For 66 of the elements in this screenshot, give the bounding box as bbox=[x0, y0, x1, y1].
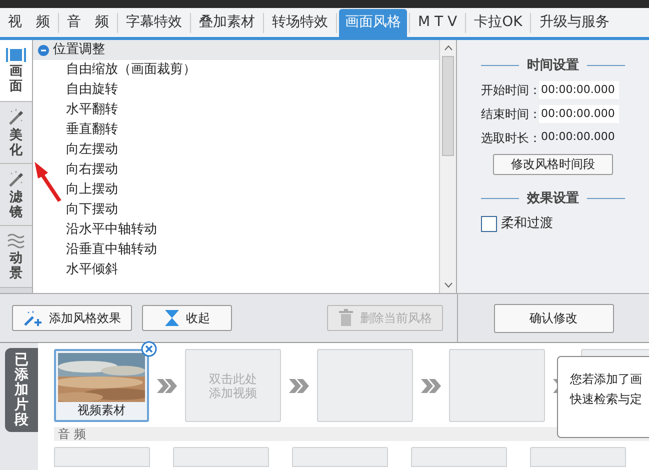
effect-item[interactable]: 向右摆动 bbox=[66, 160, 118, 180]
chevron-right-icon bbox=[420, 378, 442, 394]
top-tab[interactable]: M T V bbox=[412, 8, 464, 36]
top-tab[interactable]: 视 频 bbox=[2, 8, 56, 36]
top-tab[interactable]: 叠加素材 bbox=[193, 8, 261, 36]
effect-item[interactable]: 沿垂直中轴转动 bbox=[66, 240, 157, 260]
confirm-button[interactable]: 确认修改 bbox=[494, 304, 614, 332]
top-tab[interactable]: 音 频 bbox=[61, 8, 115, 36]
audio-slot[interactable] bbox=[292, 447, 388, 467]
hourglass-icon bbox=[164, 309, 180, 327]
top-tab[interactable]: 转场特效 bbox=[266, 8, 334, 36]
group-header[interactable]: 位置调整 bbox=[33, 40, 439, 60]
time-field[interactable]: 00:00:00.000 bbox=[539, 80, 619, 98]
clips-label: 已添加片段 bbox=[5, 348, 38, 432]
effect-item[interactable]: 水平倾斜 bbox=[66, 260, 118, 280]
side-tab[interactable]: 画面 bbox=[0, 40, 32, 102]
slot-hint: 双击此处 bbox=[209, 372, 257, 386]
clip-caption: 视频素材 bbox=[78, 402, 126, 418]
audio-slot[interactable] bbox=[173, 447, 269, 467]
chevron-right-icon bbox=[156, 378, 178, 394]
effect-item[interactable]: 垂直翻转 bbox=[66, 120, 118, 140]
effect-item[interactable]: 自由旋转 bbox=[66, 80, 118, 100]
audio-slot[interactable] bbox=[530, 447, 626, 467]
effect-item[interactable]: 沿水平中轴转动 bbox=[66, 220, 157, 240]
effect-item[interactable]: 向下摆动 bbox=[66, 200, 118, 220]
film-icon bbox=[6, 48, 26, 62]
scroll-up-icon[interactable] bbox=[444, 45, 452, 51]
field-label: 选取时长： bbox=[481, 130, 539, 146]
chevron-right-icon bbox=[288, 378, 310, 394]
toolbar-button[interactable]: 添加风格效果 bbox=[12, 305, 132, 331]
audio-slot[interactable] bbox=[54, 447, 150, 467]
top-tab[interactable]: 字幕特效 bbox=[120, 8, 188, 36]
top-tab[interactable]: 卡拉OK bbox=[468, 8, 528, 36]
empty-clip-slot[interactable] bbox=[317, 349, 413, 422]
effect-item[interactable]: 向上摆动 bbox=[66, 180, 118, 200]
scroll-down-icon[interactable] bbox=[444, 282, 452, 288]
checkbox-label: 柔和过渡 bbox=[501, 215, 553, 233]
side-tab[interactable]: 动景 bbox=[0, 226, 32, 288]
section-title: 时间设置 bbox=[527, 57, 579, 75]
magic-wand-icon bbox=[7, 108, 25, 126]
audio-slot[interactable] bbox=[411, 447, 507, 467]
slot-hint: 添加视频 bbox=[209, 386, 257, 400]
field-label: 结束时间： bbox=[481, 106, 539, 122]
section-title: 效果设置 bbox=[527, 190, 579, 208]
effect-item[interactable]: 自由缩放（画面裁剪） bbox=[66, 60, 196, 80]
tooltip-text: 您若添加了画 bbox=[570, 371, 643, 388]
scrollbar[interactable] bbox=[439, 40, 456, 293]
video-clip[interactable]: 视频素材 bbox=[54, 349, 149, 422]
edit-time-button[interactable]: 修改风格时间段 bbox=[493, 154, 613, 174]
effect-item[interactable]: 向左摆动 bbox=[66, 140, 118, 160]
duration-value: 00:00:00.000 bbox=[540, 129, 616, 146]
empty-clip-slot[interactable] bbox=[449, 349, 545, 422]
magic-wand-plus-icon bbox=[23, 309, 43, 327]
time-field[interactable]: 00:00:00.000 bbox=[539, 104, 619, 122]
field-label: 开始时间： bbox=[481, 82, 539, 98]
magic-wand-icon bbox=[7, 170, 25, 188]
waves-icon bbox=[7, 232, 25, 248]
close-icon[interactable] bbox=[141, 341, 157, 357]
effect-item[interactable]: 水平翻转 bbox=[66, 100, 118, 120]
side-tab[interactable]: 美化 bbox=[0, 102, 32, 164]
toolbar-button[interactable]: 收起 bbox=[142, 305, 232, 331]
side-tab[interactable]: 滤镜 bbox=[0, 164, 32, 226]
trash-icon bbox=[338, 309, 354, 327]
checkbox[interactable] bbox=[481, 216, 497, 232]
tooltip-text: 快速检索与定 bbox=[570, 391, 643, 408]
top-tab[interactable]: 升级与服务 bbox=[533, 8, 616, 36]
